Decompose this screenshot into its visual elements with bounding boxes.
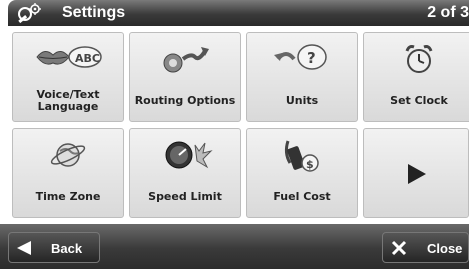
- settings-grid: ABC Voice/Text Language Routing Options: [8, 26, 469, 224]
- units-button[interactable]: ? Units: [246, 32, 358, 122]
- question-arrow-icon: ?: [274, 44, 327, 70]
- time-zone-button[interactable]: Time Zone: [12, 128, 124, 218]
- settings-screen: Settings 2 of 3 ABC Voice/Text Language: [0, 0, 469, 269]
- page-indicator: 2 of 3: [427, 4, 469, 21]
- gear-arrow-icon: [163, 47, 209, 73]
- tile-label: Time Zone: [35, 190, 101, 203]
- back-arrow-icon: [17, 241, 31, 255]
- header-bar: Settings 2 of 3: [8, 0, 469, 26]
- fuel-pump-icon: $: [284, 140, 319, 172]
- back-button[interactable]: Back: [8, 232, 100, 263]
- back-label: Back: [51, 241, 83, 256]
- tile-label: Voice/Text Language: [36, 88, 100, 113]
- close-button[interactable]: Close: [382, 232, 469, 263]
- fuel-cost-button[interactable]: $ Fuel Cost: [246, 128, 358, 218]
- tile-label: Speed Limit: [148, 190, 222, 203]
- page-title: Settings: [62, 4, 126, 21]
- alarm-clock-icon: [405, 45, 433, 73]
- next-page-arrow-icon: [408, 164, 426, 184]
- close-label: Close: [427, 241, 463, 256]
- globe-icon: [50, 143, 86, 167]
- svg-text:?: ?: [307, 49, 316, 67]
- bottom-bar: Back Close: [0, 224, 469, 269]
- voice-text-language-button[interactable]: ABC Voice/Text Language: [12, 32, 124, 122]
- tile-label: Fuel Cost: [273, 190, 331, 203]
- lips-abc-icon: ABC: [36, 46, 102, 68]
- svg-text:ABC: ABC: [75, 52, 100, 65]
- set-clock-button[interactable]: Set Clock: [363, 32, 469, 122]
- tile-label: Set Clock: [390, 94, 448, 107]
- speed-limit-button[interactable]: Speed Limit: [129, 128, 241, 218]
- routing-options-button[interactable]: Routing Options: [129, 32, 241, 122]
- wrench-gear-icon: [18, 3, 41, 24]
- close-icon: [391, 240, 407, 256]
- speedometer-icon: [165, 141, 213, 169]
- tile-label: Units: [285, 94, 319, 107]
- next-page-button[interactable]: [363, 128, 469, 218]
- svg-text:$: $: [306, 158, 314, 171]
- tile-label: Routing Options: [134, 94, 236, 107]
